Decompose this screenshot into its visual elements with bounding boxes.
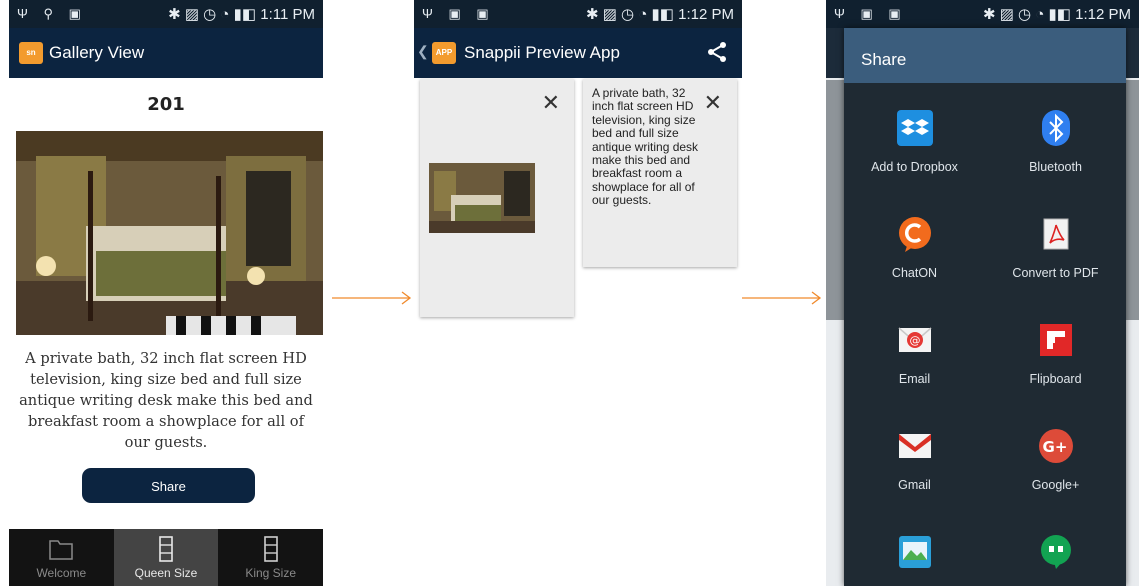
- status-icons-left: Ψ ⚲ ▣: [17, 6, 87, 21]
- close-icon[interactable]: ✕: [542, 92, 560, 114]
- share-app-label: Gmail: [898, 478, 931, 492]
- gallery-view-screen: Ψ ⚲ ▣ ✱ ▨ ◷ ◔ ▮◧ 1:11 PM sn Gallery View…: [9, 0, 323, 586]
- email-icon: @: [898, 327, 931, 352]
- app-bar: ❮ APP Snappii Preview App: [414, 28, 742, 78]
- share-dialog: Share Add to Dropbox Bluetooth ChatON Co…: [844, 28, 1126, 586]
- arrow-right-icon: [332, 291, 412, 305]
- share-app-flipboard[interactable]: Flipboard: [985, 322, 1126, 386]
- share-app-gmail[interactable]: Gmail: [844, 428, 985, 492]
- share-app-convert-pdf[interactable]: Convert to PDF: [985, 216, 1126, 280]
- svg-text:@: @: [909, 334, 920, 347]
- app-logo-icon: sn: [19, 42, 43, 64]
- share-app-label: Add to Dropbox: [871, 160, 958, 174]
- share-app-gallery[interactable]: [844, 534, 985, 584]
- app-logo-icon: APP: [432, 42, 456, 64]
- status-icons-right: ✱ ▨ ◷ ◔ ▮◧ 1:12 PM: [982, 6, 1131, 23]
- pdf-icon: [1043, 218, 1068, 250]
- status-icons-left: Ψ ▣ ▣: [422, 6, 495, 21]
- share-app-label: Google+: [1031, 478, 1080, 492]
- app-bar: sn Gallery View: [9, 28, 323, 78]
- svg-text:G+: G+: [1042, 438, 1067, 456]
- tab-queen-size[interactable]: Queen Size: [113, 529, 219, 586]
- share-app-bluetooth[interactable]: Bluetooth: [985, 110, 1126, 174]
- close-icon[interactable]: ✕: [704, 92, 722, 114]
- chaton-icon: [898, 217, 931, 252]
- share-app-label: Flipboard: [1029, 372, 1082, 386]
- google-plus-icon: G+: [1038, 429, 1073, 463]
- flipboard-icon: [1039, 324, 1072, 356]
- room-description: A private bath, 32 inch flat screen HD t…: [19, 350, 313, 451]
- status-bar: Ψ ▣ ▣ ✱ ▨ ◷ ◔ ▮◧ 1:12 PM: [414, 0, 742, 28]
- tab-label: Queen Size: [134, 566, 198, 580]
- tab-welcome[interactable]: Welcome: [9, 529, 114, 586]
- share-app-label: Email: [898, 372, 931, 386]
- share-app-hangouts[interactable]: [985, 534, 1126, 584]
- share-screen: Ψ ▣ ▣ ✱ ▨ ◷ ◔ ▮◧ 1:12 PM Share Add to Dr…: [826, 0, 1139, 586]
- room-thumbnail: [429, 163, 535, 233]
- share-app-label: ChatON: [891, 266, 938, 280]
- app-title: Snappii Preview App: [464, 43, 620, 62]
- dropbox-icon: [896, 110, 933, 146]
- hangouts-icon: [1040, 535, 1071, 569]
- bottom-tab-bar: Welcome Queen Size King Size: [9, 529, 323, 586]
- text-card[interactable]: ✕ A private bath, 32 inch flat screen HD…: [583, 79, 737, 267]
- card-description: A private bath, 32 inch flat screen HD t…: [592, 86, 699, 208]
- arrow-right-icon: [742, 291, 822, 305]
- film-icon: [263, 536, 278, 562]
- status-icons-left: Ψ ▣ ▣: [834, 6, 907, 21]
- status-icons-right: ✱ ▨ ◷ ◔ ▮◧ 1:11 PM: [168, 6, 315, 23]
- back-chevron-icon[interactable]: ❮: [417, 43, 429, 60]
- share-app-label: Convert to PDF: [1012, 266, 1099, 280]
- tab-label: Welcome: [36, 566, 87, 580]
- preview-screen: Ψ ▣ ▣ ✱ ▨ ◷ ◔ ▮◧ 1:12 PM ❮ APP Snappii P…: [414, 0, 742, 586]
- folder-icon: [49, 540, 74, 560]
- app-title: Gallery View: [49, 43, 145, 62]
- room-photo: [16, 131, 323, 335]
- share-app-label: Bluetooth: [1029, 160, 1082, 174]
- film-icon: [159, 536, 173, 562]
- share-dialog-title: Share: [844, 28, 1126, 83]
- share-button[interactable]: Share: [82, 468, 255, 503]
- tab-king-size[interactable]: King Size: [218, 529, 323, 586]
- share-app-email[interactable]: @ Email: [844, 322, 985, 386]
- share-icon[interactable]: [706, 41, 728, 63]
- share-app-chaton[interactable]: ChatON: [844, 216, 985, 280]
- gallery-app-icon: [898, 536, 931, 568]
- tab-label: King Size: [245, 566, 297, 580]
- status-icons-right: ✱ ▨ ◷ ◔ ▮◧ 1:12 PM: [585, 6, 734, 23]
- share-app-google-plus[interactable]: G+ Google+: [985, 428, 1126, 492]
- room-title: 201: [147, 94, 185, 115]
- image-card[interactable]: ✕: [420, 79, 574, 317]
- status-bar: Ψ ⚲ ▣ ✱ ▨ ◷ ◔ ▮◧ 1:11 PM: [9, 0, 323, 28]
- share-app-dropbox[interactable]: Add to Dropbox: [844, 110, 985, 174]
- bluetooth-icon: [1041, 110, 1070, 146]
- status-bar: Ψ ▣ ▣ ✱ ▨ ◷ ◔ ▮◧ 1:12 PM: [826, 0, 1139, 28]
- gmail-icon: [898, 434, 931, 458]
